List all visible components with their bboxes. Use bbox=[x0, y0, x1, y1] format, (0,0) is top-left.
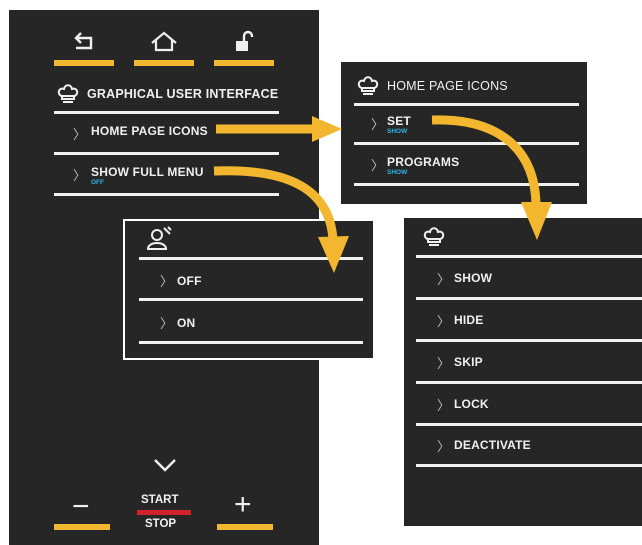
menu-item-set[interactable]: 〉 SET SHOW bbox=[371, 108, 571, 142]
main-title: GRAPHICAL USER INTERFACE bbox=[87, 87, 279, 101]
person-settings-icon bbox=[145, 225, 175, 251]
separator bbox=[416, 381, 642, 384]
back-button[interactable] bbox=[54, 26, 114, 66]
home-page-icons-title: HOME PAGE ICONS bbox=[387, 79, 508, 93]
plus-label: + bbox=[234, 488, 252, 521]
menu-item-label: SHOW FULL MENU bbox=[91, 165, 204, 179]
plus-button-bar bbox=[217, 524, 273, 530]
stop-label: STOP bbox=[145, 518, 177, 530]
menu-item-label: SET bbox=[387, 114, 411, 128]
minus-button[interactable]: − bbox=[54, 490, 110, 530]
chevron-right-icon: 〉 bbox=[437, 314, 451, 329]
home-page-icons-panel: HOME PAGE ICONS 〉 SET SHOW 〉 PROGRAMS SH… bbox=[341, 62, 587, 204]
chevron-right-icon: 〉 bbox=[371, 158, 385, 173]
menu-item-value: SHOW bbox=[387, 169, 408, 176]
start-label: START bbox=[141, 494, 179, 506]
option-on[interactable]: 〉 ON bbox=[160, 307, 360, 341]
chevron-right-icon: 〉 bbox=[437, 272, 451, 287]
option-skip[interactable]: 〉 SKIP bbox=[437, 347, 637, 381]
menu-item-show-full-menu[interactable]: 〉 SHOW FULL MENU OFF bbox=[69, 159, 279, 193]
home-page-icons-title-row: HOME PAGE ICONS bbox=[355, 72, 508, 100]
separator bbox=[416, 423, 642, 426]
start-stop-bar bbox=[137, 510, 191, 515]
show-full-menu-panel: 〉 OFF 〉 ON bbox=[123, 219, 375, 360]
option-hide[interactable]: 〉 HIDE bbox=[437, 305, 637, 339]
back-button-bar bbox=[54, 60, 114, 66]
separator bbox=[139, 298, 363, 301]
home-icon bbox=[134, 26, 194, 58]
separator bbox=[54, 111, 279, 114]
menu-item-value: SHOW bbox=[387, 128, 408, 135]
option-off[interactable]: 〉 OFF bbox=[160, 265, 360, 299]
unlock-button[interactable] bbox=[214, 26, 274, 66]
minus-button-bar bbox=[54, 524, 110, 530]
menu-item-value: OFF bbox=[91, 179, 104, 186]
chevron-right-icon: 〉 bbox=[437, 439, 451, 454]
separator bbox=[54, 152, 279, 155]
separator bbox=[54, 193, 279, 196]
chef-hat-icon bbox=[355, 75, 381, 97]
option-lock[interactable]: 〉 LOCK bbox=[437, 389, 637, 423]
unlock-button-bar bbox=[214, 60, 274, 66]
chevron-right-icon: 〉 bbox=[437, 398, 451, 413]
chef-hat-icon bbox=[55, 83, 81, 105]
chevron-right-icon: 〉 bbox=[437, 356, 451, 371]
chevron-down-icon[interactable] bbox=[153, 457, 177, 473]
separator bbox=[139, 341, 363, 344]
chef-hat-icon bbox=[422, 226, 448, 248]
option-label: LOCK bbox=[454, 397, 489, 411]
start-stop-button[interactable]: START STOP bbox=[135, 494, 193, 538]
back-arrow-icon bbox=[54, 26, 114, 58]
chevron-right-icon: 〉 bbox=[371, 117, 385, 132]
option-deactivate[interactable]: 〉 DEACTIVATE bbox=[437, 430, 637, 464]
home-button-bar bbox=[134, 60, 194, 66]
separator bbox=[354, 142, 579, 145]
chevron-right-icon: 〉 bbox=[73, 127, 87, 142]
home-button[interactable] bbox=[134, 26, 194, 66]
chevron-right-icon: 〉 bbox=[73, 168, 87, 183]
separator bbox=[416, 339, 642, 342]
separator bbox=[416, 464, 642, 467]
unlock-icon bbox=[214, 26, 274, 58]
option-label: ON bbox=[177, 316, 196, 330]
separator bbox=[354, 103, 579, 106]
chevron-right-icon: 〉 bbox=[160, 274, 174, 289]
separator bbox=[139, 257, 363, 260]
option-label: DEACTIVATE bbox=[454, 438, 531, 452]
option-label: SHOW bbox=[454, 271, 493, 285]
chevron-right-icon: 〉 bbox=[160, 316, 174, 331]
separator bbox=[416, 297, 642, 300]
menu-item-home-page-icons[interactable]: 〉 HOME PAGE ICONS bbox=[69, 118, 279, 152]
option-show[interactable]: 〉 SHOW bbox=[437, 263, 637, 297]
option-label: SKIP bbox=[454, 355, 483, 369]
set-panel: 〉 SHOW 〉 HIDE 〉 SKIP 〉 LOCK 〉 DEACTIVATE bbox=[404, 218, 642, 526]
menu-item-label: PROGRAMS bbox=[387, 155, 460, 169]
menu-item-programs[interactable]: 〉 PROGRAMS SHOW bbox=[371, 149, 571, 183]
minus-label: − bbox=[72, 490, 90, 523]
option-label: OFF bbox=[177, 274, 202, 288]
menu-item-label: HOME PAGE ICONS bbox=[91, 124, 208, 138]
plus-button[interactable]: + bbox=[217, 488, 273, 530]
separator bbox=[416, 255, 642, 258]
separator bbox=[354, 183, 579, 186]
option-label: HIDE bbox=[454, 313, 484, 327]
main-title-row: GRAPHICAL USER INTERFACE bbox=[55, 80, 278, 108]
